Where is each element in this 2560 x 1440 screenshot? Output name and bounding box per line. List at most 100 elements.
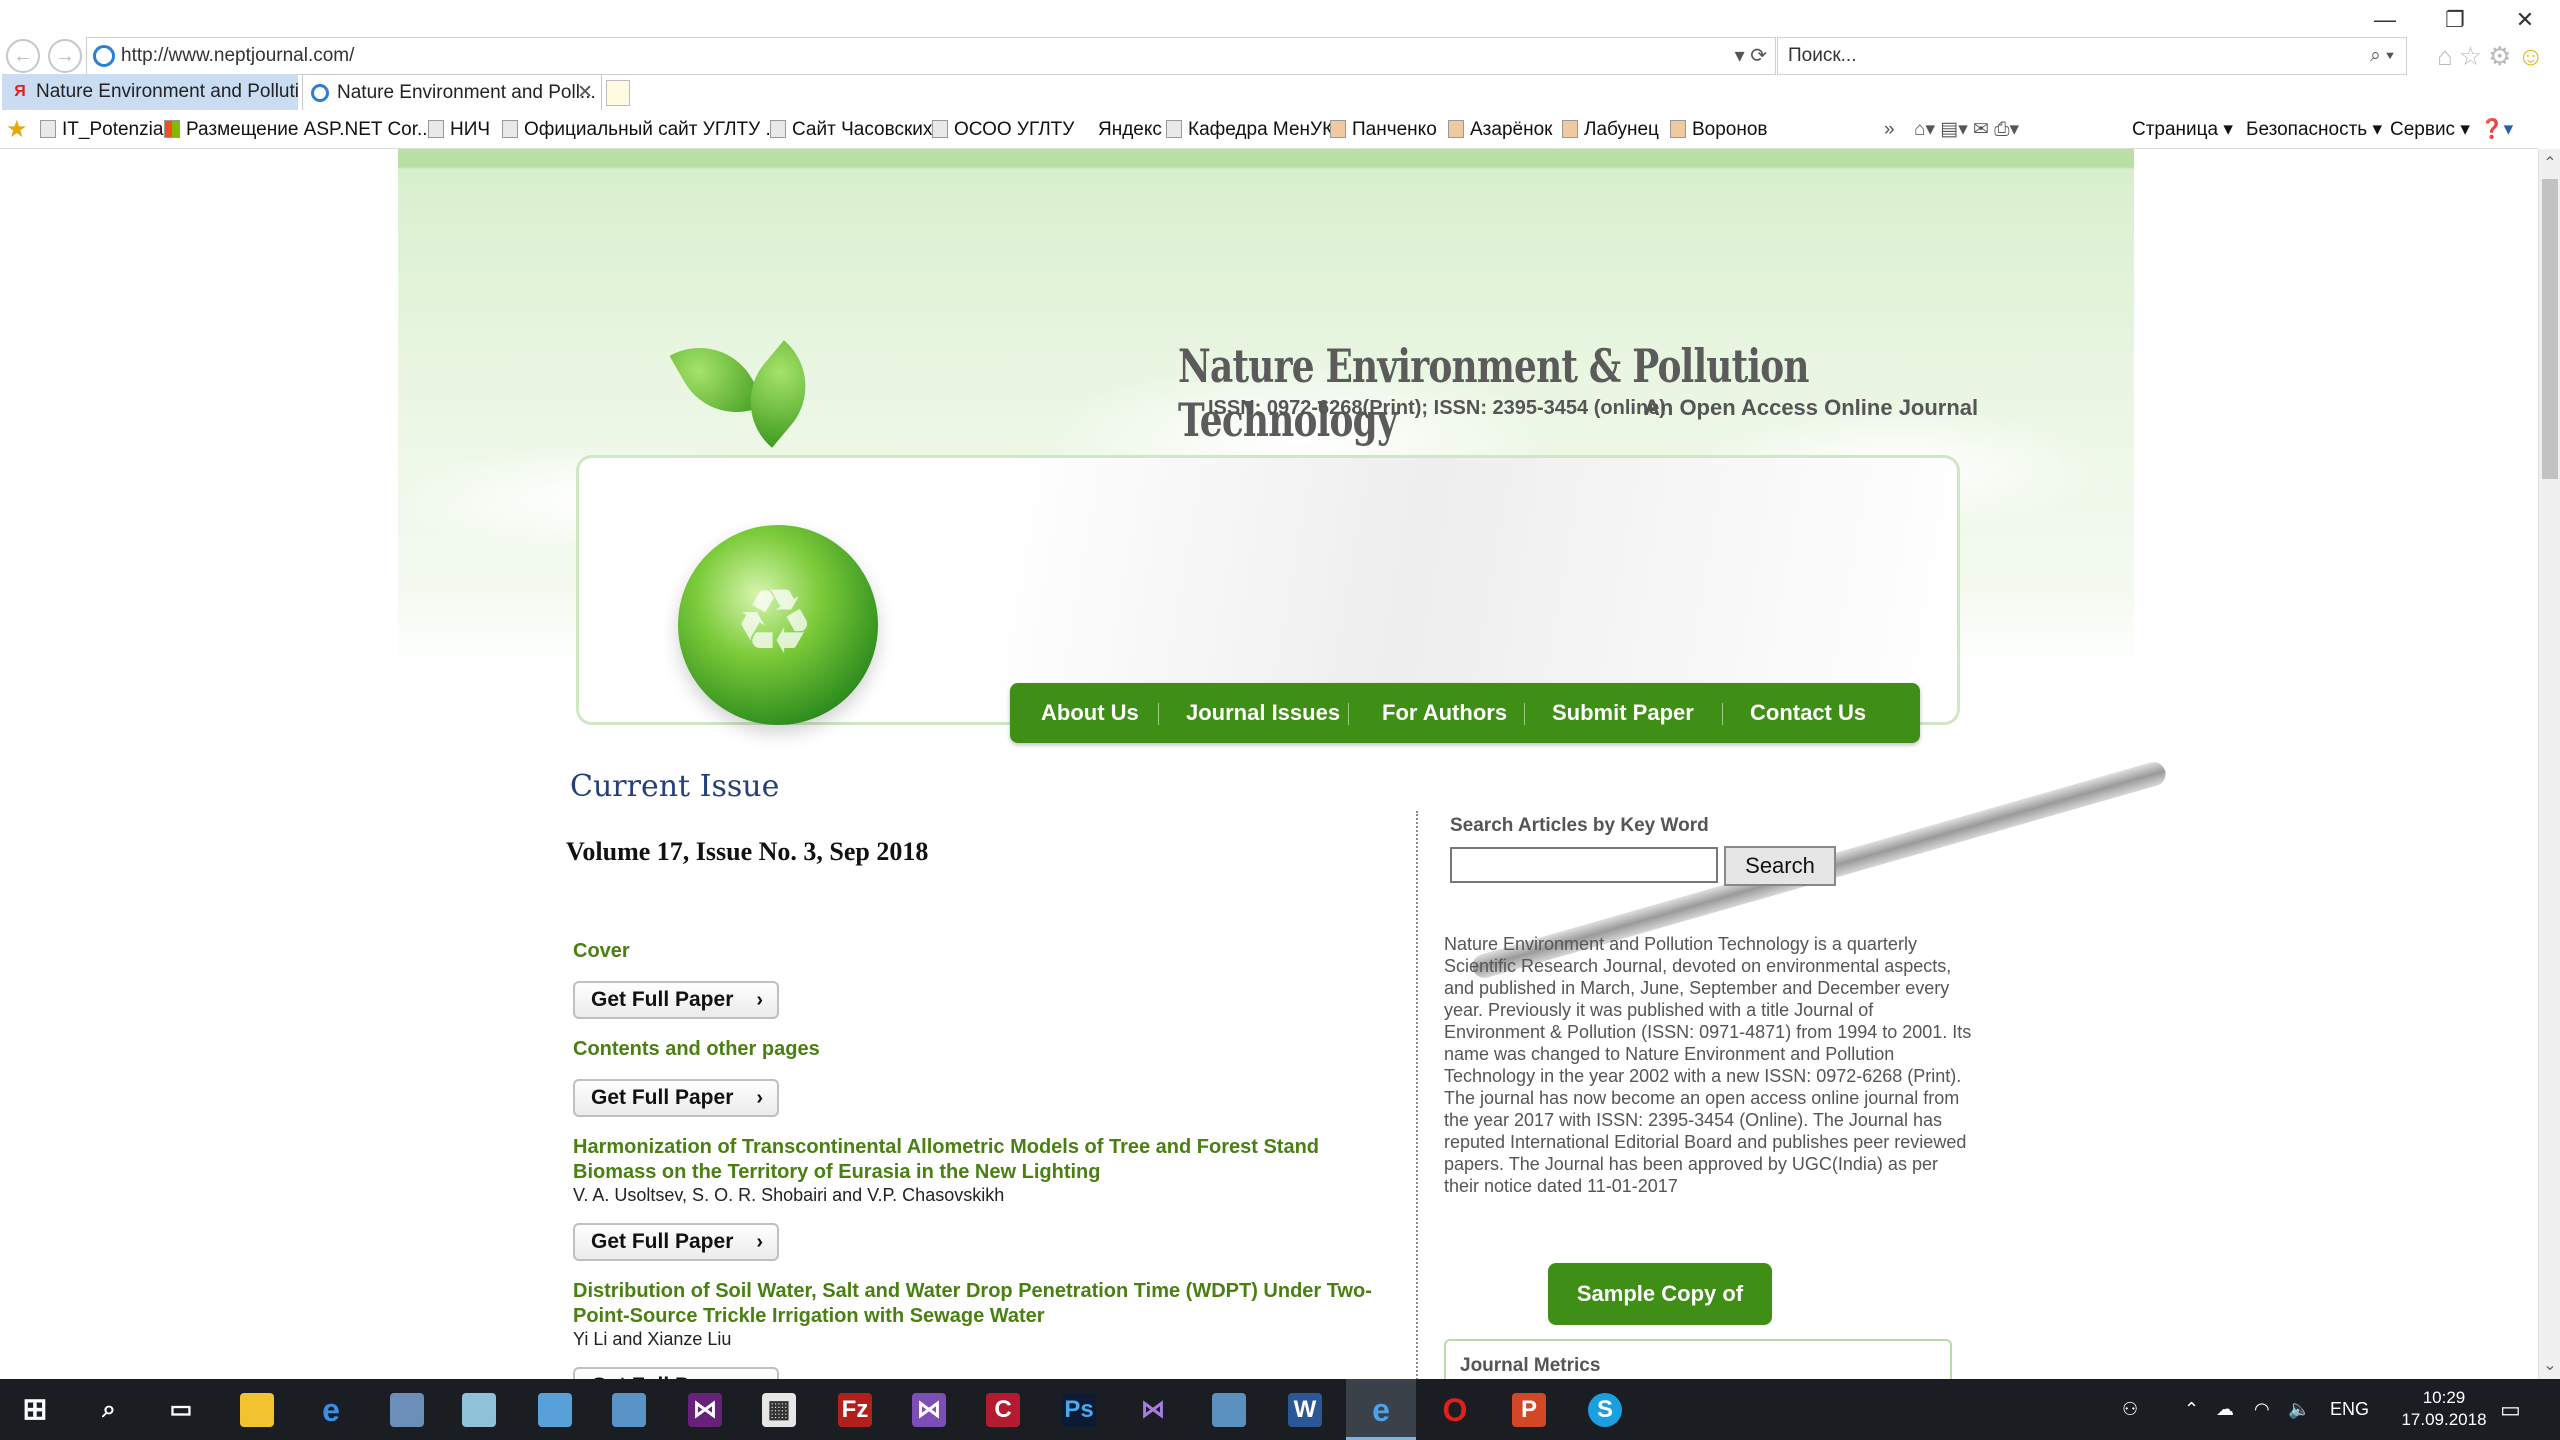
tools-menu[interactable]: Сервис ▾	[2390, 112, 2470, 148]
fav-item[interactable]: Официальный сайт УГЛТУ ...	[502, 112, 781, 148]
help-icon[interactable]: ❓▾	[2480, 112, 2513, 148]
journal-site: ♻ Nature Environment & Pollution Technol…	[398, 149, 2169, 1379]
get-full-paper-button[interactable]: Get Full Paper›	[573, 1367, 779, 1379]
entry-title[interactable]: Harmonization of Transcontinental Allome…	[573, 1135, 1373, 1185]
app-icon[interactable]	[612, 1393, 646, 1427]
favorites-icon[interactable]: ★	[6, 112, 28, 148]
nav-for-authors[interactable]: For Authors	[1382, 683, 1507, 743]
smiley-icon[interactable]: ☺	[2517, 41, 2550, 71]
nav-divider	[1524, 703, 1525, 725]
get-full-paper-button[interactable]: Get Full Paper›	[573, 1223, 779, 1261]
people-icon[interactable]: ⚇	[2122, 1379, 2138, 1440]
nav-submit-paper[interactable]: Submit Paper	[1552, 683, 1694, 743]
nav-contact-us[interactable]: Contact Us	[1750, 683, 1866, 743]
powerpoint-icon[interactable]: P	[1512, 1393, 1546, 1427]
language-indicator[interactable]: ENG	[2330, 1379, 2369, 1440]
tab-label: Nature Environment and Poll...	[337, 82, 596, 103]
page-menu[interactable]: Страница ▾	[2132, 112, 2233, 148]
ms-icon	[164, 120, 180, 138]
fav-item[interactable]: Азарёнок	[1448, 112, 1552, 148]
calculator-icon[interactable]: ▦	[762, 1393, 796, 1427]
vertical-scrollbar[interactable]: ⌃ ⌄	[2538, 149, 2560, 1379]
get-full-paper-button[interactable]: Get Full Paper›	[573, 1079, 779, 1117]
search-button[interactable]: Search	[1724, 846, 1836, 886]
file-explorer-icon[interactable]	[240, 1393, 274, 1427]
skype-icon[interactable]: S	[1588, 1393, 1622, 1427]
entry-title[interactable]: Distribution of Soil Water, Salt and Wat…	[573, 1279, 1373, 1329]
tab-active[interactable]: Nature Environment and Poll... ✕	[302, 74, 602, 110]
browser-search-input[interactable]: Поиск... ⌕ ▾	[1777, 37, 2407, 75]
fav-item[interactable]: Панченко	[1330, 112, 1437, 148]
security-menu[interactable]: Безопасность ▾	[2246, 112, 2382, 148]
clock-time: 10:29	[2422, 1388, 2466, 1407]
opera-icon[interactable]: O	[1438, 1393, 1472, 1427]
main-nav: About Us Journal Issues For Authors Subm…	[1010, 683, 1920, 743]
fav-item[interactable]: Воронов	[1670, 112, 1768, 148]
fav-item[interactable]: IT_Potenzial	[40, 112, 168, 148]
chevron-more-icon[interactable]: »	[1884, 112, 1895, 148]
gear-icon[interactable]: ⚙	[2488, 41, 2517, 71]
scroll-up-icon[interactable]: ⌃	[2539, 153, 2560, 173]
refresh-icon[interactable]: ▾ ⟳	[1735, 38, 1767, 74]
app-icon[interactable]	[538, 1393, 572, 1427]
favorites-star-icon[interactable]: ☆	[2459, 41, 2488, 71]
app-icon[interactable]: C	[986, 1393, 1020, 1427]
fav-item[interactable]: Лабунец	[1562, 112, 1659, 148]
notifications-icon[interactable]: ▭	[2500, 1379, 2521, 1440]
browser-chrome: — ❐ ✕ ← → http://www.neptjournal.com/ ▾ ⟳ …	[0, 0, 2560, 143]
entry-title[interactable]: Cover	[573, 939, 1373, 964]
fav-label: Лабунец	[1584, 119, 1659, 140]
nav-about-us[interactable]: About Us	[1041, 683, 1139, 743]
start-icon[interactable]: ⊞	[18, 1393, 52, 1427]
app-icon[interactable]	[1212, 1393, 1246, 1427]
tab-strip: Я Nature Environment and Polluti... Natu…	[0, 74, 2560, 110]
close-tab-icon[interactable]: ✕	[577, 75, 593, 110]
photoshop-icon[interactable]: Ps	[1062, 1393, 1096, 1427]
fav-item[interactable]: Сайт Часовских	[770, 112, 932, 148]
onedrive-icon[interactable]: ☁	[2216, 1379, 2234, 1440]
fav-item[interactable]: Кафедра МенУК	[1166, 112, 1333, 148]
entry-title[interactable]: Contents and other pages	[573, 1037, 1373, 1062]
tab-yandex[interactable]: Я Nature Environment and Polluti...	[2, 74, 298, 110]
keyword-search-input[interactable]	[1450, 847, 1718, 883]
visual-studio-icon[interactable]: ⋈	[1136, 1393, 1170, 1427]
fav-label: Кафедра МенУК	[1188, 119, 1334, 140]
search-icon[interactable]: ⌕ ▾	[2370, 38, 2394, 74]
chevron-right-icon: ›	[756, 989, 763, 1011]
scroll-down-icon[interactable]: ⌄	[2539, 1355, 2560, 1375]
home-menu-icon[interactable]: ⌂▾ ▤▾ ✉ ⎙▾	[1914, 112, 2019, 148]
page-viewport: ♻ Nature Environment & Pollution Technol…	[0, 149, 2538, 1379]
new-tab-button[interactable]	[606, 80, 630, 106]
fav-item[interactable]: ОСОО УГЛТУ	[932, 112, 1074, 148]
tray-chevron-icon[interactable]: ⌃	[2184, 1379, 2199, 1440]
nav-journal-issues[interactable]: Journal Issues	[1186, 683, 1340, 743]
forward-icon[interactable]: →	[48, 39, 82, 73]
volume-icon[interactable]: 🔈	[2288, 1379, 2310, 1440]
nav-divider	[1158, 703, 1159, 725]
fav-label: Размещение ASP.NET Cor...	[186, 119, 433, 140]
search-icon[interactable]: ⌕	[92, 1393, 126, 1427]
nav-divider	[1722, 703, 1723, 725]
app-icon[interactable]	[390, 1393, 424, 1427]
home-icon[interactable]: ⌂	[2437, 41, 2459, 71]
task-view-icon[interactable]: ▭	[164, 1393, 198, 1427]
fav-item[interactable]: Размещение ASP.NET Cor...	[164, 112, 433, 148]
internet-explorer-icon[interactable]: e	[1364, 1393, 1398, 1427]
get-full-paper-button[interactable]: Get Full Paper›	[573, 981, 779, 1019]
word-icon[interactable]: W	[1288, 1393, 1322, 1427]
app-icon[interactable]	[462, 1393, 496, 1427]
back-icon[interactable]: ←	[6, 39, 40, 73]
clock[interactable]: 10:29 17.09.2018	[2394, 1387, 2494, 1431]
visual-studio-icon[interactable]: ⋈	[688, 1393, 722, 1427]
sample-copy-button[interactable]: Sample Copy of Journal	[1548, 1263, 1772, 1368]
edge-icon[interactable]: e	[314, 1393, 348, 1427]
vs-code-icon[interactable]: ⋈	[912, 1393, 946, 1427]
tagline: An Open Access Online Journal	[1644, 395, 1979, 420]
fav-label: Сайт Часовских	[792, 119, 933, 140]
fav-item[interactable]: Яндекс	[1098, 112, 1162, 148]
fav-item[interactable]: НИЧ	[428, 112, 490, 148]
address-bar[interactable]: http://www.neptjournal.com/ ▾ ⟳	[86, 37, 1776, 75]
filezilla-icon[interactable]: Fz	[838, 1393, 872, 1427]
scroll-thumb[interactable]	[2542, 179, 2558, 479]
wifi-icon[interactable]: ◠	[2254, 1379, 2270, 1440]
